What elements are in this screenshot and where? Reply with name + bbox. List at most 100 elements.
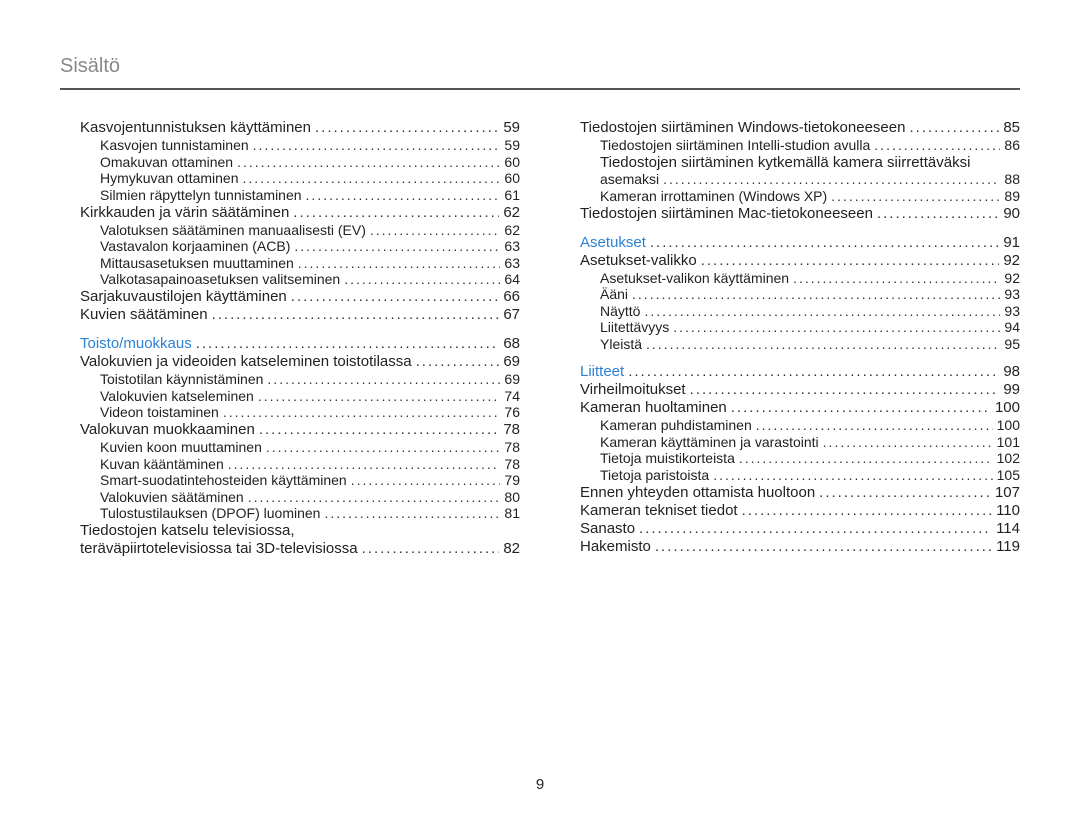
toc-entry[interactable]: Tulostustilauksen (DPOF) luominen81 [100, 505, 520, 521]
toc-entry[interactable]: Kameran käyttäminen ja varastointi101 [600, 434, 1020, 450]
toc-entry[interactable]: asemaksi 88 [600, 171, 1020, 187]
toc-entry-title: Näyttö [600, 303, 640, 319]
toc-entry[interactable]: Yleistä95 [600, 336, 1020, 352]
toc-entry-page: 105 [997, 467, 1020, 483]
toc-entry-page: 119 [996, 538, 1020, 555]
toc-entry-title: Asetukset [580, 234, 646, 251]
toc-leader [831, 188, 1000, 204]
toc-entry[interactable]: Asetukset-valikon käyttäminen92 [600, 270, 1020, 286]
toc-entry-title: Valkotasapainoasetuksen valitseminen [100, 271, 340, 287]
toc-entry[interactable]: Tietoja paristoista105 [600, 467, 1020, 483]
toc-entry[interactable]: Sanasto114 [580, 520, 1020, 537]
toc-entry-page: 100 [997, 417, 1020, 433]
toc-entry[interactable]: Kirkkauden ja värin säätäminen62 [80, 204, 520, 221]
toc-entry-title: Tulostustilauksen (DPOF) luominen [100, 505, 320, 521]
toc-entry[interactable]: Sarjakuvaustilojen käyttäminen66 [80, 288, 520, 305]
toc-entry[interactable]: Smart-suodatintehosteiden käyttäminen 79 [100, 472, 520, 488]
toc-entry-page: 102 [997, 450, 1020, 466]
toc-columns: Kasvojentunnistuksen käyttäminen 59Kasvoj… [80, 118, 1020, 558]
toc-leader [291, 288, 500, 305]
toc-entry-title: Sanasto [580, 520, 635, 537]
toc-entry-page: 82 [503, 540, 520, 557]
toc-entry[interactable]: Hakemisto119 [580, 538, 1020, 555]
toc-entry[interactable]: Kuvan kääntäminen78 [100, 456, 520, 472]
toc-entry[interactable]: Asetukset 91 [580, 234, 1020, 251]
toc-entry[interactable]: Kuvien koon muuttaminen78 [100, 439, 520, 455]
toc-entry[interactable]: Ennen yhteyden ottamista huoltoon107 [580, 484, 1020, 501]
toc-leader [646, 336, 1000, 352]
toc-leader [793, 270, 1000, 286]
toc-entry[interactable]: Valkotasapainoasetuksen valitseminen64 [100, 271, 520, 287]
toc-leader [655, 538, 992, 555]
toc-leader [909, 119, 999, 136]
toc-entry[interactable]: Valokuvien katseleminen74 [100, 388, 520, 404]
toc-entry[interactable]: Videon toistaminen76 [100, 404, 520, 420]
toc-entry[interactable]: teräväpiirtotelevisiossa tai 3D-televisi… [80, 540, 520, 557]
toc-entry[interactable]: Asetukset-valikko92 [580, 252, 1020, 269]
toc-entry-page: 60 [504, 154, 520, 170]
toc-entry-title: Valokuvan muokkaaminen [80, 421, 255, 438]
toc-entry[interactable]: Kameran puhdistaminen100 [600, 417, 1020, 433]
toc-entry[interactable]: Ääni93 [600, 286, 1020, 302]
toc-entry[interactable]: Kameran huoltaminen100 [580, 399, 1020, 416]
toc-entry-title: Valotuksen säätäminen manuaalisesti (EV) [100, 222, 366, 238]
toc-leader [293, 204, 499, 221]
toc-entry-title: Valokuvien ja videoiden katseleminen toi… [80, 353, 412, 370]
toc-entry[interactable]: Kameran irrottaminen (Windows XP)89 [600, 188, 1020, 204]
toc-leader [315, 119, 499, 136]
spacer [580, 352, 1020, 362]
toc-entry-page: 95 [1004, 336, 1020, 352]
toc-leader [628, 363, 999, 380]
toc-leader [324, 505, 500, 521]
toc-entry[interactable]: Toisto/muokkaus68 [80, 335, 520, 352]
toc-leader [742, 502, 992, 519]
toc-entry[interactable]: Kameran tekniset tiedot110 [580, 502, 1020, 519]
toc-entry[interactable]: Mittausasetuksen muuttaminen63 [100, 255, 520, 271]
toc-entry-page: 88 [1004, 171, 1020, 187]
toc-entry[interactable]: Kasvojentunnistuksen käyttäminen 59 [80, 119, 520, 136]
toc-entry-title: Kameran käyttäminen ja varastointi [600, 434, 819, 450]
toc-entry-title: Kasvojentunnistuksen käyttäminen [80, 119, 311, 136]
toc-entry-page: 100 [995, 399, 1020, 416]
toc-leader [298, 255, 501, 271]
toc-entry[interactable]: Tiedostojen siirtäminen Mac-tietokoneese… [580, 205, 1020, 222]
toc-leader [306, 187, 501, 203]
toc-entry-title: Ääni [600, 286, 628, 302]
toc-entry[interactable]: Tiedostojen siirtäminen Intelli-studion … [600, 137, 1020, 153]
toc-entry[interactable]: Toistotilan käynnistäminen69 [100, 371, 520, 387]
toc-entry[interactable]: Kuvien säätäminen67 [80, 306, 520, 323]
toc-leader [370, 222, 501, 238]
toc-entry[interactable]: Virheilmoitukset99 [580, 381, 1020, 398]
toc-entry[interactable]: Liitettävyys94 [600, 319, 1020, 335]
toc-entry-preline: Tiedostojen katselu televisiossa, [80, 522, 520, 539]
toc-entry[interactable]: Hymykuvan ottaminen60 [100, 170, 520, 186]
toc-leader [267, 371, 500, 387]
toc-entry[interactable]: Kasvojen tunnistaminen59 [100, 137, 520, 153]
toc-entry[interactable]: Valokuvan muokkaaminen78 [80, 421, 520, 438]
toc-entry[interactable]: Valotuksen säätäminen manuaalisesti (EV)… [100, 222, 520, 238]
toc-leader [196, 335, 500, 352]
toc-entry-page: 91 [1003, 234, 1020, 251]
toc-entry-title: Smart-suodatintehosteiden käyttäminen [100, 472, 347, 488]
toc-entry-title: Kuvien koon muuttaminen [100, 439, 262, 455]
toc-entry[interactable]: Tiedostojen siirtäminen Windows-tietokon… [580, 119, 1020, 136]
toc-entry[interactable]: Liitteet98 [580, 363, 1020, 380]
toc-entry[interactable]: Valokuvien säätäminen80 [100, 489, 520, 505]
toc-leader [351, 472, 501, 488]
toc-leader [731, 399, 991, 416]
toc-entry[interactable]: Näyttö93 [600, 303, 1020, 319]
toc-entry[interactable]: Vastavalon korjaaminen (ACB)63 [100, 238, 520, 254]
toc-entry-title: asemaksi [600, 171, 659, 187]
toc-entry[interactable]: Omakuvan ottaminen 60 [100, 154, 520, 170]
toc-entry-page: 63 [504, 255, 520, 271]
toc-entry[interactable]: Tietoja muistikorteista102 [600, 450, 1020, 466]
page-title: Sisältö [60, 55, 1020, 90]
toc-entry-title: Omakuvan ottaminen [100, 154, 233, 170]
toc-entry-title: Valokuvien katseleminen [100, 388, 254, 404]
toc-entry-page: 59 [503, 119, 520, 136]
toc-entry[interactable]: Silmien räpyttelyn tunnistaminen61 [100, 187, 520, 203]
toc-entry[interactable]: Valokuvien ja videoiden katseleminen toi… [80, 353, 520, 370]
toc-entry-page: 79 [504, 472, 520, 488]
toc-entry-title: Kameran tekniset tiedot [580, 502, 738, 519]
toc-leader [212, 306, 500, 323]
